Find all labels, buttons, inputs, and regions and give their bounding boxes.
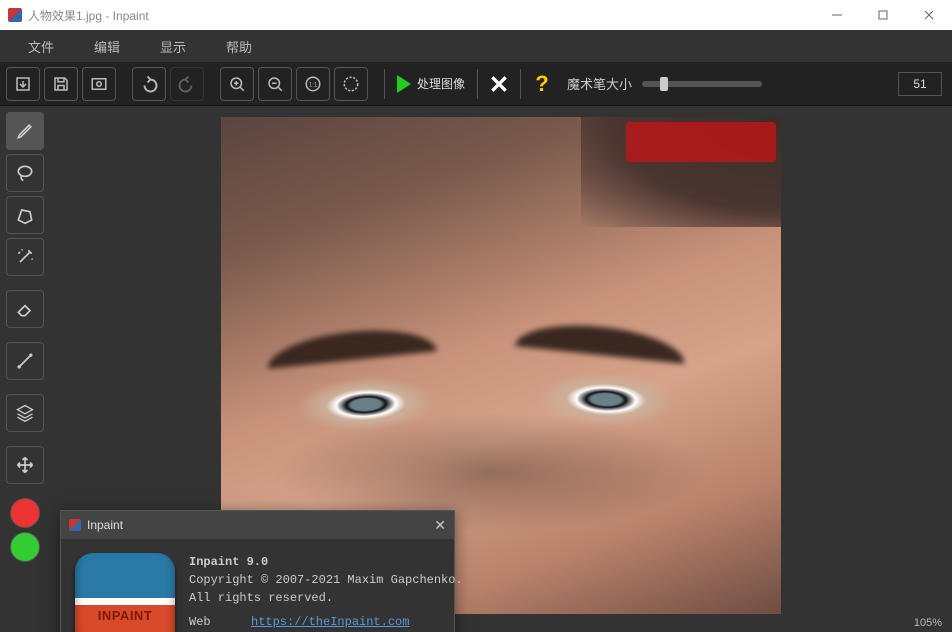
brush-size-slider[interactable] (642, 81, 762, 87)
about-text: Inpaint 9.0 Copyright © 2007-2021 Maxim … (189, 553, 481, 632)
marker-tool[interactable] (6, 112, 44, 150)
about-titlebar[interactable]: Inpaint ✕ (61, 511, 454, 539)
about-app-icon (69, 519, 81, 531)
line-tool[interactable] (6, 342, 44, 380)
process-label: 处理图像 (417, 75, 465, 92)
about-logo (75, 553, 175, 632)
undo-button[interactable] (132, 67, 166, 101)
about-web-link[interactable]: https://theInpaint.com (251, 613, 409, 631)
brush-size-input[interactable] (898, 72, 942, 96)
menu-edit[interactable]: 编辑 (74, 31, 140, 62)
open-button[interactable] (6, 67, 40, 101)
zoom-fit-button[interactable] (334, 67, 368, 101)
titlebar: 人物效果1.jpg - Inpaint (0, 0, 952, 30)
svg-text:1:1: 1:1 (309, 82, 318, 88)
redo-button[interactable] (170, 67, 204, 101)
about-copyright: Copyright © 2007-2021 Maxim Gapchenko. (189, 571, 481, 589)
about-title-text: Inpaint (87, 518, 123, 532)
close-button[interactable] (906, 0, 952, 30)
save-button[interactable] (44, 67, 78, 101)
red-mask-toggle[interactable] (10, 498, 40, 528)
menu-file[interactable]: 文件 (8, 31, 74, 62)
about-dialog: Inpaint ✕ Inpaint 9.0 Copyright © 2007-2… (60, 510, 455, 632)
selection-mask (626, 122, 776, 162)
zoom-level: 105% (914, 617, 942, 629)
move-tool[interactable] (6, 446, 44, 484)
zoom-in-button[interactable] (220, 67, 254, 101)
tool-sidebar (0, 106, 50, 632)
menu-help[interactable]: 帮助 (206, 31, 272, 62)
minimize-button[interactable] (814, 0, 860, 30)
play-icon (397, 75, 411, 93)
about-web-label: Web (189, 613, 251, 631)
about-close-button[interactable]: ✕ (434, 517, 446, 534)
main-window: 人物效果1.jpg - Inpaint 文件 编辑 显示 帮助 1:1 处理图像 (0, 0, 952, 632)
brush-size-label: 魔术笔大小 (567, 74, 632, 93)
app-icon (8, 8, 22, 22)
maximize-button[interactable] (860, 0, 906, 30)
window-controls (814, 0, 952, 30)
eraser-tool[interactable] (6, 290, 44, 328)
workarea: 105% Inpaint ✕ Inpaint 9.0 Copyright © 2… (0, 106, 952, 632)
cancel-button[interactable] (482, 67, 516, 101)
magic-wand-tool[interactable] (6, 238, 44, 276)
zoom-out-button[interactable] (258, 67, 292, 101)
help-button[interactable]: ? (525, 71, 559, 97)
about-rights: All rights reserved. (189, 589, 481, 607)
zoom-actual-button[interactable]: 1:1 (296, 67, 330, 101)
green-mask-toggle[interactable] (10, 532, 40, 562)
menu-view[interactable]: 显示 (140, 31, 206, 62)
layers-tool[interactable] (6, 394, 44, 432)
titlebar-text: 人物效果1.jpg - Inpaint (28, 7, 814, 24)
toolbar: 1:1 处理图像 ? 魔术笔大小 (0, 62, 952, 106)
lasso-tool[interactable] (6, 154, 44, 192)
preview-button[interactable] (82, 67, 116, 101)
process-button[interactable]: 处理图像 (389, 67, 473, 101)
about-heading: Inpaint 9.0 (189, 555, 268, 569)
polygon-tool[interactable] (6, 196, 44, 234)
menubar: 文件 编辑 显示 帮助 (0, 30, 952, 62)
